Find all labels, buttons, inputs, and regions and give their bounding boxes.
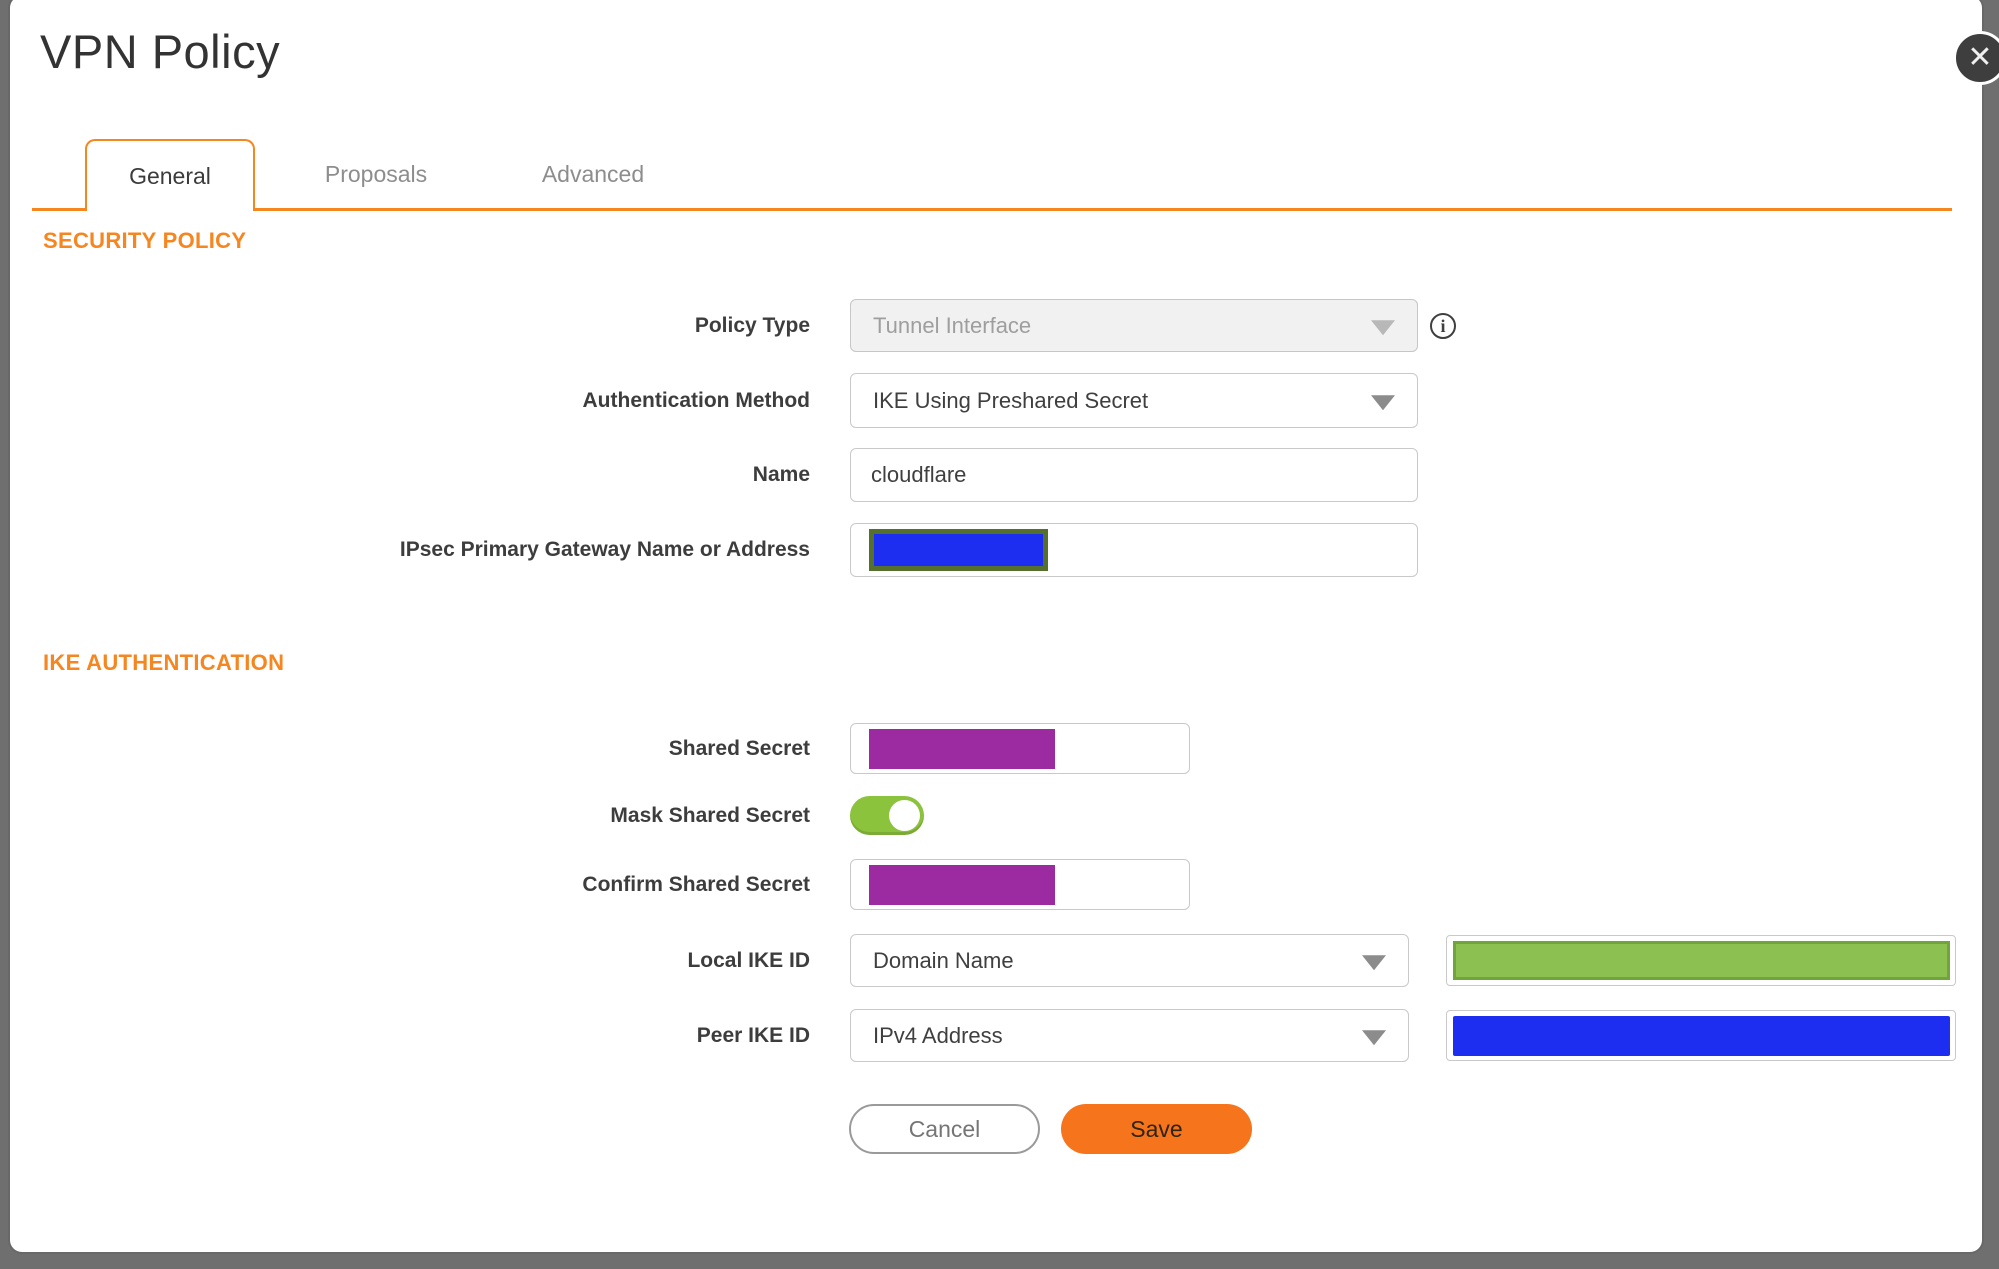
peer-ike-id-value-input[interactable]: [1446, 1010, 1956, 1061]
confirm-shared-secret-row: Confirm Shared Secret: [10, 859, 1986, 910]
gateway-row: IPsec Primary Gateway Name or Address: [10, 523, 1986, 577]
info-icon[interactable]: i: [1430, 313, 1456, 339]
page-title: VPN Policy: [40, 25, 281, 78]
local-ike-id-label: Local IKE ID: [687, 948, 810, 972]
confirm-shared-secret-input[interactable]: [850, 859, 1190, 910]
confirm-shared-secret-label: Confirm Shared Secret: [582, 872, 810, 896]
tab-proposals-label: Proposals: [324, 160, 428, 187]
policy-type-value: Tunnel Interface: [873, 312, 1032, 338]
name-row: Name cloudflare: [10, 448, 1986, 502]
mask-shared-secret-label: Mask Shared Secret: [610, 803, 810, 827]
cancel-button[interactable]: Cancel: [849, 1104, 1040, 1154]
tab-general[interactable]: General: [85, 139, 255, 211]
local-ike-id-value: Domain Name: [873, 947, 1014, 973]
chevron-down-icon: [1371, 319, 1395, 335]
name-label: Name: [752, 463, 810, 486]
local-ike-id-value-input[interactable]: [1446, 935, 1956, 986]
gateway-redaction: [869, 529, 1048, 571]
tab-advanced[interactable]: Advanced: [508, 139, 678, 209]
peer-ike-id-value: IPv4 Address: [873, 1022, 1003, 1048]
dialog-actions: Cancel Save: [849, 1104, 1252, 1154]
tab-general-label: General: [129, 162, 211, 189]
name-input[interactable]: cloudflare: [850, 448, 1418, 502]
name-value: cloudflare: [871, 462, 967, 487]
tab-proposals[interactable]: Proposals: [291, 139, 461, 209]
peer-ike-id-label: Peer IKE ID: [696, 1023, 810, 1047]
tab-underline: [32, 208, 1952, 211]
section-ike-authentication: IKE AUTHENTICATION: [43, 650, 285, 675]
close-button[interactable]: ✕: [1953, 31, 1999, 85]
mask-shared-secret-row: Mask Shared Secret: [10, 796, 1986, 835]
vpn-policy-dialog: VPN Policy ✕ General Proposals Advanced …: [8, 0, 1999, 1254]
peer-ike-id-select[interactable]: IPv4 Address: [850, 1009, 1409, 1062]
authentication-method-value: IKE Using Preshared Secret: [873, 387, 1149, 413]
save-button[interactable]: Save: [1061, 1104, 1252, 1154]
toggle-knob: [889, 800, 920, 831]
shared-secret-input[interactable]: [850, 723, 1190, 774]
local-ike-id-redaction: [1453, 941, 1950, 980]
chevron-down-icon: [1362, 1029, 1386, 1045]
section-security-policy: SECURITY POLICY: [43, 228, 247, 253]
confirm-shared-secret-redaction: [869, 865, 1055, 905]
shared-secret-row: Shared Secret: [10, 723, 1986, 774]
shared-secret-redaction: [869, 729, 1055, 769]
gateway-input[interactable]: [850, 523, 1418, 577]
chevron-down-icon: [1362, 954, 1386, 970]
policy-type-select: Tunnel Interface: [850, 299, 1418, 352]
peer-ike-id-redaction: [1453, 1016, 1950, 1056]
chevron-down-icon: [1371, 394, 1395, 410]
policy-type-row: Policy Type Tunnel Interface: [10, 299, 1986, 352]
policy-type-label: Policy Type: [694, 313, 810, 337]
tab-advanced-label: Advanced: [541, 160, 645, 187]
authentication-method-label: Authentication Method: [582, 388, 810, 412]
gateway-label: IPsec Primary Gateway Name or Address: [399, 538, 810, 561]
authentication-method-row: Authentication Method IKE Using Preshare…: [10, 373, 1986, 428]
authentication-method-select[interactable]: IKE Using Preshared Secret: [850, 373, 1418, 428]
shared-secret-label: Shared Secret: [668, 736, 810, 760]
local-ike-id-select[interactable]: Domain Name: [850, 934, 1409, 987]
close-icon: ✕: [1967, 41, 1993, 74]
mask-shared-secret-toggle[interactable]: [850, 796, 924, 835]
